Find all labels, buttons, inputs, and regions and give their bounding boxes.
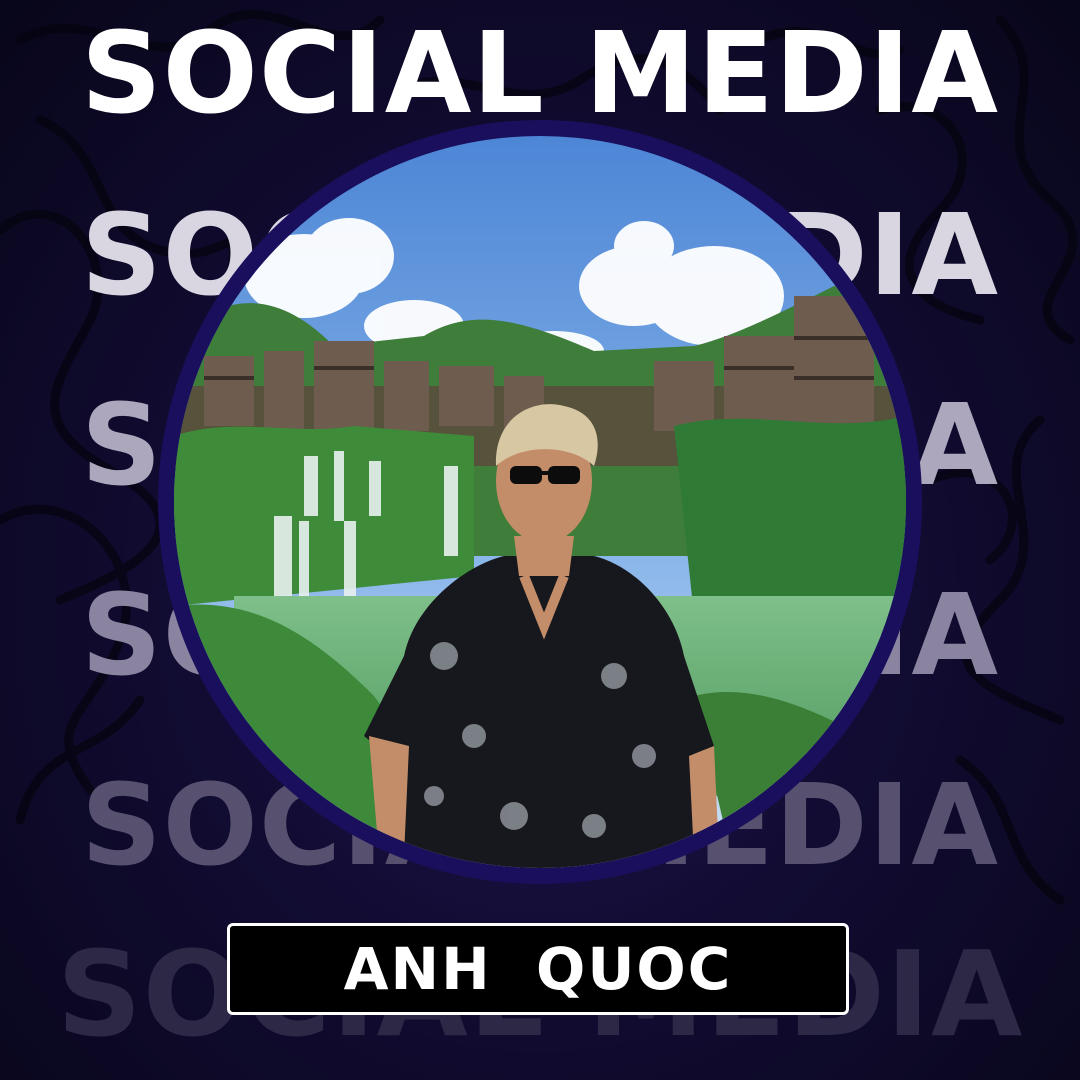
poster-title: SOCIAL MEDIA bbox=[80, 9, 1000, 139]
profile-photo-frame bbox=[158, 120, 922, 884]
waterfall-village-photo-icon bbox=[174, 136, 906, 868]
profile-photo bbox=[174, 136, 906, 868]
social-media-poster: SOCIAL MEDIA SOCIAL MEDIA SOCIAL MEDIA S… bbox=[0, 0, 1080, 1080]
name-badge: ANH QUOC bbox=[227, 923, 849, 1015]
name-label: ANH QUOC bbox=[343, 935, 733, 1003]
